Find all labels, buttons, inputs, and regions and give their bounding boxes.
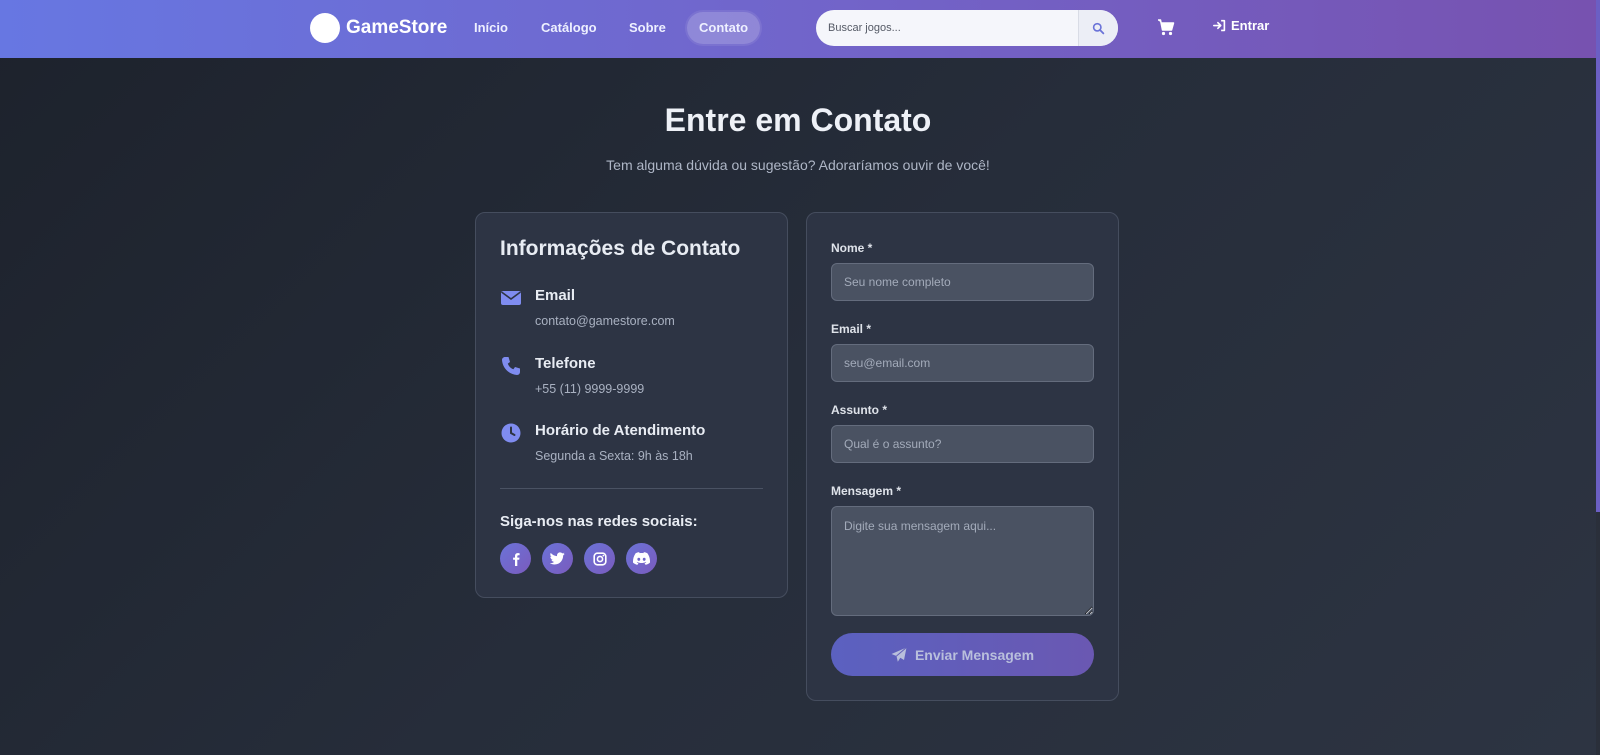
- twitter-button[interactable]: [542, 543, 573, 574]
- contact-item-value: Segunda a Sexta: 9h às 18h: [535, 449, 693, 463]
- page-subtitle: Tem alguma dúvida ou sugestão? Adoraríam…: [606, 157, 990, 173]
- discord-button[interactable]: [626, 543, 657, 574]
- envelope-icon: [501, 291, 521, 305]
- contact-item-value: +55 (11) 9999-9999: [535, 382, 645, 396]
- facebook-icon: [512, 552, 520, 566]
- email-label: Email *: [831, 322, 872, 336]
- search-bar: [816, 10, 1118, 46]
- contact-info-title: Informações de Contato: [500, 237, 741, 260]
- scrollbar-thumb[interactable]: [1596, 0, 1600, 512]
- scrollbar[interactable]: [1596, 0, 1600, 755]
- discord-icon: [633, 552, 650, 565]
- contact-info-card: Informações de Contato Email contato@gam…: [475, 212, 788, 598]
- brand[interactable]: GameStore: [310, 13, 447, 43]
- message-label: Mensagem *: [831, 484, 902, 498]
- navbar: GameStore Início Catálogo Sobre Contato …: [0, 0, 1596, 58]
- twitter-icon: [550, 552, 565, 565]
- cart-button[interactable]: [1157, 19, 1175, 41]
- phone-icon: [502, 357, 520, 375]
- name-label: Nome *: [831, 241, 873, 255]
- subject-label: Assunto *: [831, 403, 888, 417]
- contact-item-value: contato@gamestore.com: [535, 314, 675, 328]
- nav-link-contato[interactable]: Contato: [687, 12, 761, 44]
- sign-in-icon: [1213, 19, 1226, 32]
- nav-link-sobre[interactable]: Sobre: [617, 12, 678, 44]
- submit-label: Enviar Mensagem: [914, 646, 1035, 663]
- contact-item-label: Email: [535, 287, 576, 304]
- submit-button[interactable]: Enviar Mensagem: [831, 633, 1094, 676]
- social-title: Siga-nos nas redes sociais:: [500, 513, 698, 530]
- instagram-icon: [592, 551, 607, 566]
- cart-icon: [1158, 19, 1175, 36]
- clock-icon: [501, 423, 521, 443]
- paper-plane-icon: [891, 646, 907, 662]
- instagram-button[interactable]: [584, 543, 615, 574]
- subject-field[interactable]: [831, 425, 1094, 463]
- login-button[interactable]: Entrar: [1213, 18, 1269, 33]
- page-title: Entre em Contato: [664, 102, 932, 138]
- contact-item-label: Telefone: [535, 355, 596, 372]
- name-field[interactable]: [831, 263, 1094, 301]
- brand-name: GameStore: [346, 17, 448, 38]
- contact-item-label: Horário de Atendimento: [535, 422, 706, 439]
- login-label: Entrar: [1231, 18, 1270, 33]
- search-input[interactable]: [816, 10, 1078, 46]
- brand-logo: [310, 13, 340, 43]
- contact-form-card: Nome * Email * Assunto * Mensagem * Envi…: [806, 212, 1119, 701]
- email-field[interactable]: [831, 344, 1094, 382]
- facebook-button[interactable]: [500, 543, 531, 574]
- social-links: [500, 543, 657, 574]
- search-icon: [1092, 22, 1105, 34]
- nav-link-catalogo[interactable]: Catálogo: [529, 12, 609, 44]
- divider: [500, 488, 763, 489]
- nav-link-inicio[interactable]: Início: [462, 12, 520, 44]
- search-button[interactable]: [1078, 10, 1118, 46]
- message-field[interactable]: [831, 506, 1094, 616]
